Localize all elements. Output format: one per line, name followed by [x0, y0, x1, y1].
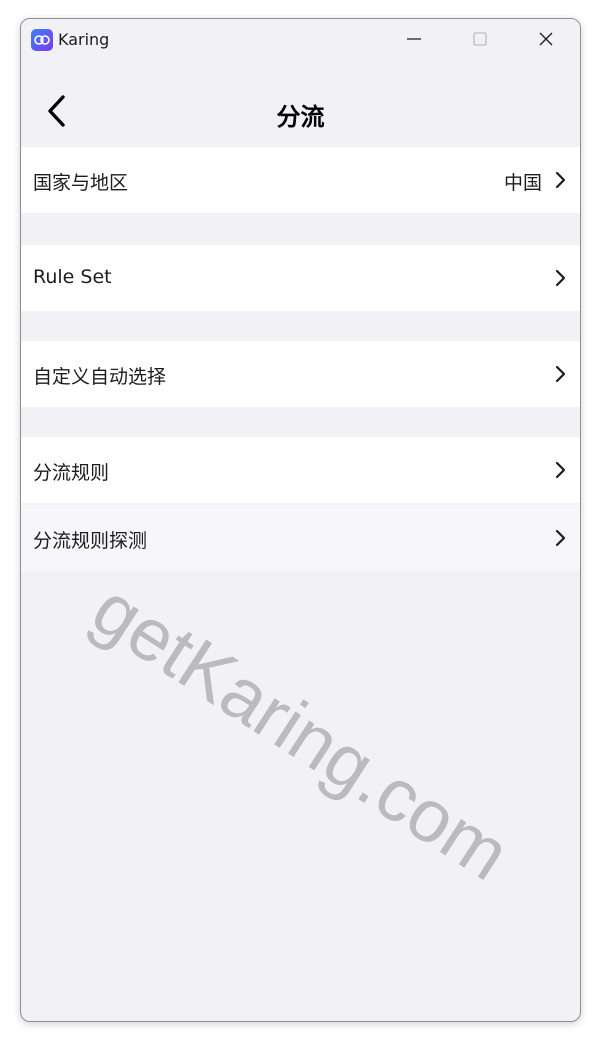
watermark-text: getKaring.com: [78, 566, 524, 897]
app-logo-icon: [31, 29, 53, 51]
list-item-label: 国家与地区: [33, 172, 129, 194]
app-title: Karing: [58, 30, 110, 49]
list-item-label: Rule Set: [33, 266, 112, 288]
maximize-button[interactable]: [457, 19, 503, 59]
close-icon: [539, 32, 553, 46]
close-button[interactable]: [523, 19, 569, 59]
list-item-custom-auto-select[interactable]: 自定义自动选择: [21, 341, 580, 407]
list-item-diversion-rules[interactable]: 分流规则: [21, 437, 580, 503]
list-item-rule-detection[interactable]: 分流规则探测: [21, 505, 580, 571]
nav-bar: 分流: [21, 63, 580, 147]
list-item-label: 自定义自动选择: [33, 366, 167, 388]
page-title: 分流: [276, 103, 325, 131]
list-item-label: 分流规则: [33, 462, 110, 484]
chevron-right-icon: [555, 365, 566, 383]
minimize-button[interactable]: [391, 19, 437, 59]
minimize-icon: [407, 38, 421, 40]
list-item-rule-set[interactable]: Rule Set: [21, 245, 580, 311]
list-item-label: 分流规则探测: [33, 530, 148, 552]
chevron-right-icon: [555, 269, 566, 287]
maximize-icon: [473, 32, 487, 46]
list-item-region[interactable]: 国家与地区 中国: [21, 147, 580, 213]
title-bar[interactable]: Karing: [21, 19, 580, 63]
app-window: Karing 分流 国家与地区 中国 Rule Set 自定义自动选择 分流规则…: [20, 18, 581, 1022]
chevron-right-icon: [555, 529, 566, 547]
list-item-value: 中国: [503, 172, 542, 194]
chevron-right-icon: [555, 171, 566, 189]
chevron-right-icon: [555, 461, 566, 479]
